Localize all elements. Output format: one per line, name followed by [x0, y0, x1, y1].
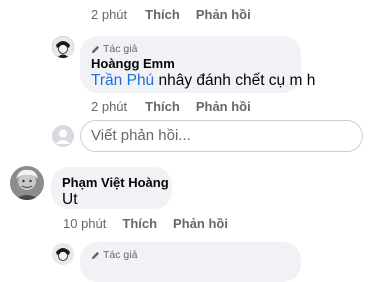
reply-input[interactable]: Viết phản hồi... — [80, 120, 363, 152]
mention-link[interactable]: Trần Phú — [91, 72, 154, 89]
author-badge: Tác giả — [91, 249, 137, 261]
default-user-icon — [52, 125, 74, 147]
like-button[interactable]: Thích — [122, 216, 157, 231]
comment-actions: 2 phút Thích Phản hồi — [91, 99, 251, 114]
comment-text: Ut — [62, 191, 78, 208]
reply-input-placeholder: Viết phản hồi... — [91, 127, 191, 144]
avatar[interactable] — [52, 36, 74, 58]
avatar-image — [52, 243, 74, 265]
author-badge-label: Tác giả — [103, 249, 138, 261]
reply-button[interactable]: Phản hồi — [196, 99, 251, 114]
comment-actions-top: 2 phút Thích Phản hồi — [91, 7, 251, 22]
comment-author[interactable]: Phạm Việt Hoàng — [62, 175, 169, 190]
reply-bubble: Tác giả Hoàngg Emm Trần Phú nhây đánh ch… — [80, 36, 315, 93]
like-button[interactable]: Thích — [145, 7, 180, 22]
author-badge-label: Tác giả — [103, 43, 138, 55]
avatar[interactable] — [52, 243, 74, 265]
timestamp[interactable]: 2 phút — [91, 99, 127, 114]
avatar-image — [10, 166, 44, 200]
current-user-avatar — [52, 125, 74, 147]
reply-button[interactable]: Phản hồi — [173, 216, 228, 231]
comment-body: nhây đánh chết cụ m h — [154, 72, 316, 89]
reply-button[interactable]: Phản hồi — [196, 7, 251, 22]
timestamp[interactable]: 2 phút — [91, 7, 127, 22]
comment-author[interactable]: Hoàngg Emm — [91, 56, 175, 71]
reply-bubble: Tác giả — [80, 242, 301, 282]
comment-text: Trần Phú nhây đánh chết cụ m h — [91, 72, 315, 90]
avatar[interactable] — [10, 166, 44, 200]
author-badge: Tác giả — [91, 43, 137, 55]
pencil-icon — [91, 251, 100, 259]
comment-bubble: Phạm Việt Hoàng Ut — [51, 167, 172, 209]
avatar-image — [52, 36, 74, 58]
timestamp[interactable]: 10 phút — [63, 216, 106, 231]
pencil-icon — [91, 45, 100, 53]
like-button[interactable]: Thích — [145, 99, 180, 114]
comment-actions: 10 phút Thích Phản hồi — [63, 216, 228, 231]
